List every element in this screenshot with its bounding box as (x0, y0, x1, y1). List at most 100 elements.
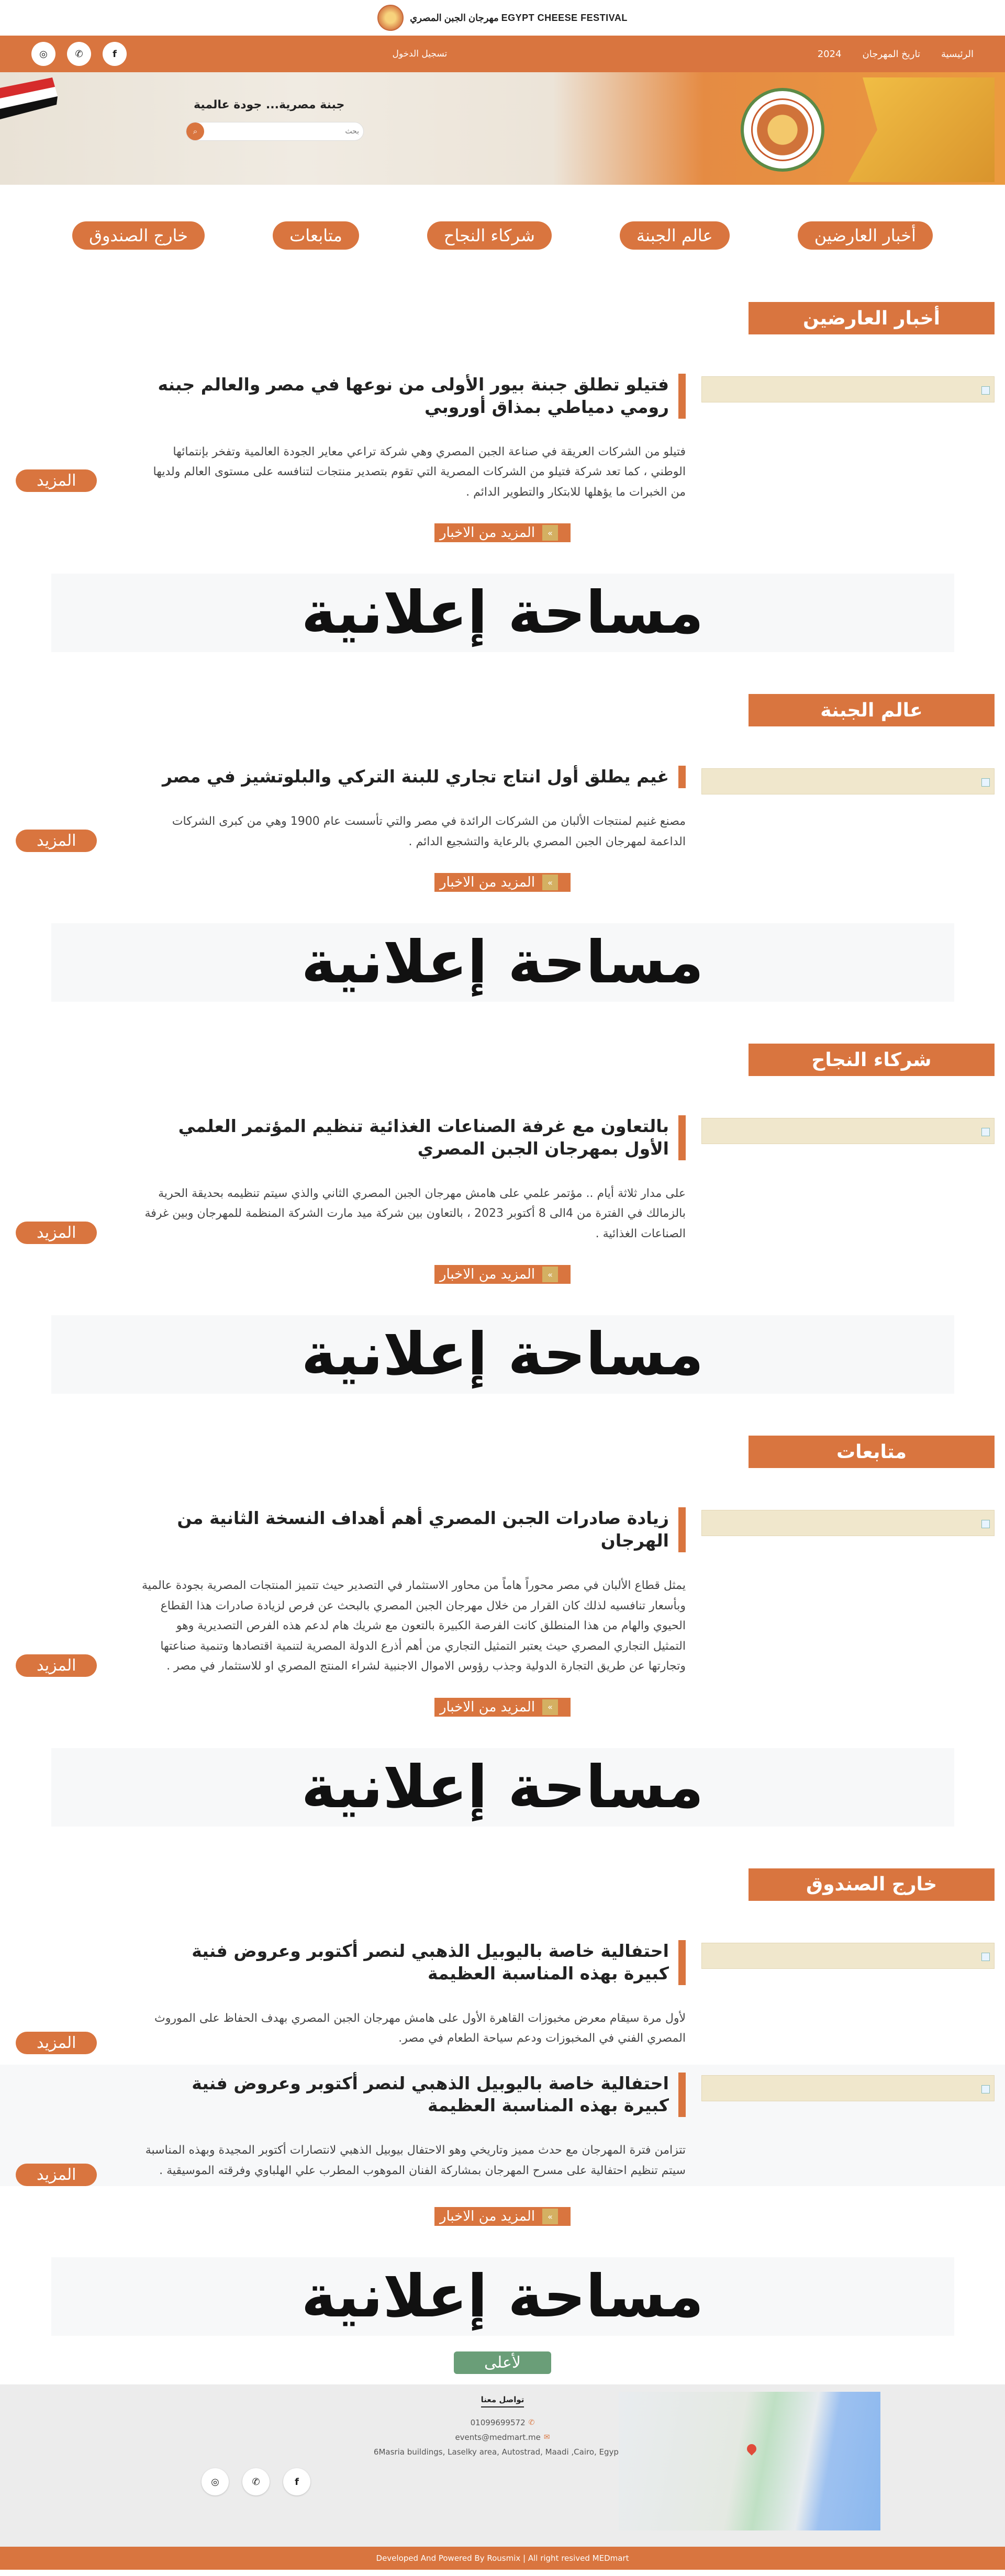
article-title[interactable]: بالتعاون مع غرفة الصناعات الغذائية تنظيم… (141, 1115, 686, 1160)
article: بالتعاون مع غرفة الصناعات الغذائية تنظيم… (0, 1076, 1005, 1245)
section-tag: عالم الجبنة (749, 694, 995, 727)
main-navbar: الرئيسية تاريخ المهرجان 2024 تسجيل الدخو… (0, 36, 1005, 72)
nav-history[interactable]: تاريخ المهرجان (863, 49, 921, 60)
section-tag: شركاء النجاح (749, 1044, 995, 1077)
more-news-label: المزيد من الاخبار (439, 1699, 535, 1715)
more-news-button[interactable]: » المزيد من الاخبار (434, 2207, 571, 2226)
article-text: مصنع غنيم لمنتجات الألبان من الشركات الر… (172, 815, 686, 848)
category-exhibitors[interactable]: أخبار العارضين (797, 221, 933, 250)
category-outside-box[interactable]: خارج الصندوق (72, 221, 205, 250)
chevron-down-icon: » (542, 1699, 559, 1715)
festival-emblem (741, 88, 824, 172)
article: غيم يطلق أول انتاج تجاري للبنة التركي وا… (0, 726, 1005, 853)
nav-home[interactable]: الرئيسية (941, 49, 974, 60)
section-exhibitors: أخبار العارضين فتيلو تطلق جبنة بيور الأو… (0, 281, 1005, 653)
more-button[interactable]: المزيد (16, 1222, 97, 1245)
search-icon[interactable]: ⌕ (186, 122, 204, 140)
article-image[interactable] (701, 1118, 995, 1145)
back-to-top-button[interactable]: لأعلى (454, 2351, 551, 2375)
section-tag: متابعات (749, 1436, 995, 1469)
footer: تواصل معنا 01099699572 ✆ events@medmart.m… (0, 2384, 1005, 2547)
category-buttons: أخبار العارضين عالم الجبنة شركاء النجاح … (0, 185, 1005, 281)
chevron-down-icon: » (542, 2209, 559, 2225)
article-text: يمثل قطاع الألبان في مصر محوراً هاماً من… (142, 1579, 686, 1673)
more-news-label: المزيد من الاخبار (439, 1267, 535, 1283)
ad-space: مساحة إعلانية (51, 2257, 954, 2336)
article-title[interactable]: احتفالية خاصة باليوبيل الذهبي لنصر أكتوب… (141, 1940, 686, 1985)
hero-banner: جبنة مصرية... جودة عالمية ⌕ (0, 72, 1005, 185)
chevron-down-icon: » (542, 875, 559, 891)
instagram-icon[interactable]: ◎ (31, 42, 55, 66)
phone-icon: ✆ (528, 2418, 535, 2427)
article-title[interactable]: غيم يطلق أول انتاج تجاري للبنة التركي وا… (141, 766, 686, 789)
category-cheese-world[interactable]: عالم الجبنة (619, 221, 730, 250)
cheese-image (848, 77, 995, 182)
search-input[interactable] (223, 127, 359, 136)
ad-space: مساحة إعلانية (51, 1315, 954, 1394)
more-news-button[interactable]: » المزيد من الاخبار (434, 523, 571, 543)
more-button[interactable]: المزيد (16, 2164, 97, 2187)
section-follow-ups: متابعات زيادة صادرات الجبن المصري أهم أه… (0, 1394, 1005, 1827)
footer-address: 6Masria buildings, Laselky area, Autostr… (373, 2447, 622, 2457)
more-news-label: المزيد من الاخبار (439, 525, 535, 541)
article: احتفالية خاصة باليوبيل الذهبي لنصر أكتوب… (0, 1901, 1005, 2054)
more-news-button[interactable]: » المزيد من الاخبار (434, 1697, 571, 1717)
ad-space: مساحة إعلانية (51, 574, 954, 653)
more-button[interactable]: المزيد (16, 469, 97, 492)
article-title[interactable]: زيادة صادرات الجبن المصري أهم أهداف النس… (141, 1507, 686, 1553)
section-outside-box: خارج الصندوق احتفالية خاصة باليوبيل الذه… (0, 1827, 1005, 2336)
section-partners: شركاء النجاح بالتعاون مع غرفة الصناعات ا… (0, 1002, 1005, 1394)
location-map[interactable] (619, 2392, 880, 2531)
email-icon: ✉ (543, 2433, 550, 2442)
instagram-icon[interactable]: ◎ (202, 2468, 229, 2496)
article: فتيلو تطلق جبنة بيور الأولى من نوعها في … (0, 334, 1005, 502)
article-text: تتزامن فترة المهرجان مع حدث مميز وتاريخي… (145, 2144, 686, 2177)
hero-slogan: جبنة مصرية... جودة عالمية (194, 98, 345, 111)
brand-title: مهرجان الجبن المصري EGYPT CHEESE FESTIVA… (410, 12, 628, 23)
footer-title: تواصل معنا (481, 2395, 524, 2408)
article-title[interactable]: احتفالية خاصة باليوبيل الذهبي لنصر أكتوب… (141, 2072, 686, 2118)
section-tag: أخبار العارضين (749, 302, 995, 334)
search-bar: ⌕ (186, 122, 364, 141)
nav-social: ◎ ✆ f (31, 42, 127, 66)
map-pin-icon (745, 2442, 758, 2456)
nav-year[interactable]: 2024 (818, 49, 842, 60)
more-button[interactable]: المزيد (16, 830, 97, 853)
more-button[interactable]: المزيد (16, 2031, 97, 2054)
category-partners[interactable]: شركاء النجاح (427, 221, 552, 250)
login-link[interactable]: تسجيل الدخول (392, 49, 447, 59)
category-follow-ups[interactable]: متابعات (273, 221, 359, 250)
whatsapp-icon[interactable]: ✆ (67, 42, 91, 66)
more-news-button[interactable]: » المزيد من الاخبار (434, 873, 571, 892)
ad-space: مساحة إعلانية (51, 923, 954, 1002)
section-tag: خارج الصندوق (749, 1868, 995, 1901)
footer-phone[interactable]: 01099699572 (471, 2418, 526, 2427)
article: احتفالية خاصة باليوبيل الذهبي لنصر أكتوب… (0, 2064, 1005, 2187)
footer-email[interactable]: events@medmart.me (455, 2433, 540, 2442)
article-image[interactable] (701, 768, 995, 795)
ad-space: مساحة إعلانية (51, 1748, 954, 1827)
more-button[interactable]: المزيد (16, 1654, 97, 1677)
footer-social: ◎ ✆ f (202, 2468, 310, 2496)
facebook-icon[interactable]: f (103, 42, 127, 66)
chevron-down-icon: » (542, 525, 559, 541)
egypt-flag-icon (0, 77, 58, 119)
article-image[interactable] (701, 1510, 995, 1537)
article-text: على مدار ثلاثة أيام .. مؤتمر علمي على ها… (144, 1186, 686, 1240)
article: زيادة صادرات الجبن المصري أهم أهداف النس… (0, 1468, 1005, 1677)
facebook-icon[interactable]: f (283, 2468, 310, 2496)
top-brand-bar: مهرجان الجبن المصري EGYPT CHEESE FESTIVA… (0, 0, 1005, 36)
whatsapp-icon[interactable]: ✆ (242, 2468, 270, 2496)
copyright: Developed And Powered By Rousmix | All r… (0, 2547, 1005, 2570)
more-news-label: المزيد من الاخبار (439, 875, 535, 891)
article-image[interactable] (701, 2075, 995, 2101)
more-news-label: المزيد من الاخبار (439, 2209, 535, 2225)
article-text: فتيلو من الشركات العريقة في صناعة الجبن … (153, 445, 686, 499)
more-news-button[interactable]: » المزيد من الاخبار (434, 1265, 571, 1284)
article-image[interactable] (701, 376, 995, 402)
festival-logo[interactable] (377, 5, 404, 31)
article-title[interactable]: فتيلو تطلق جبنة بيور الأولى من نوعها في … (141, 374, 686, 419)
section-cheese-world: عالم الجبنة غيم يطلق أول انتاج تجاري للب… (0, 652, 1005, 1002)
article-text: لأول مرة سيقام معرض مخبوزات القاهرة الأو… (154, 2011, 686, 2045)
article-image[interactable] (701, 1942, 995, 1969)
